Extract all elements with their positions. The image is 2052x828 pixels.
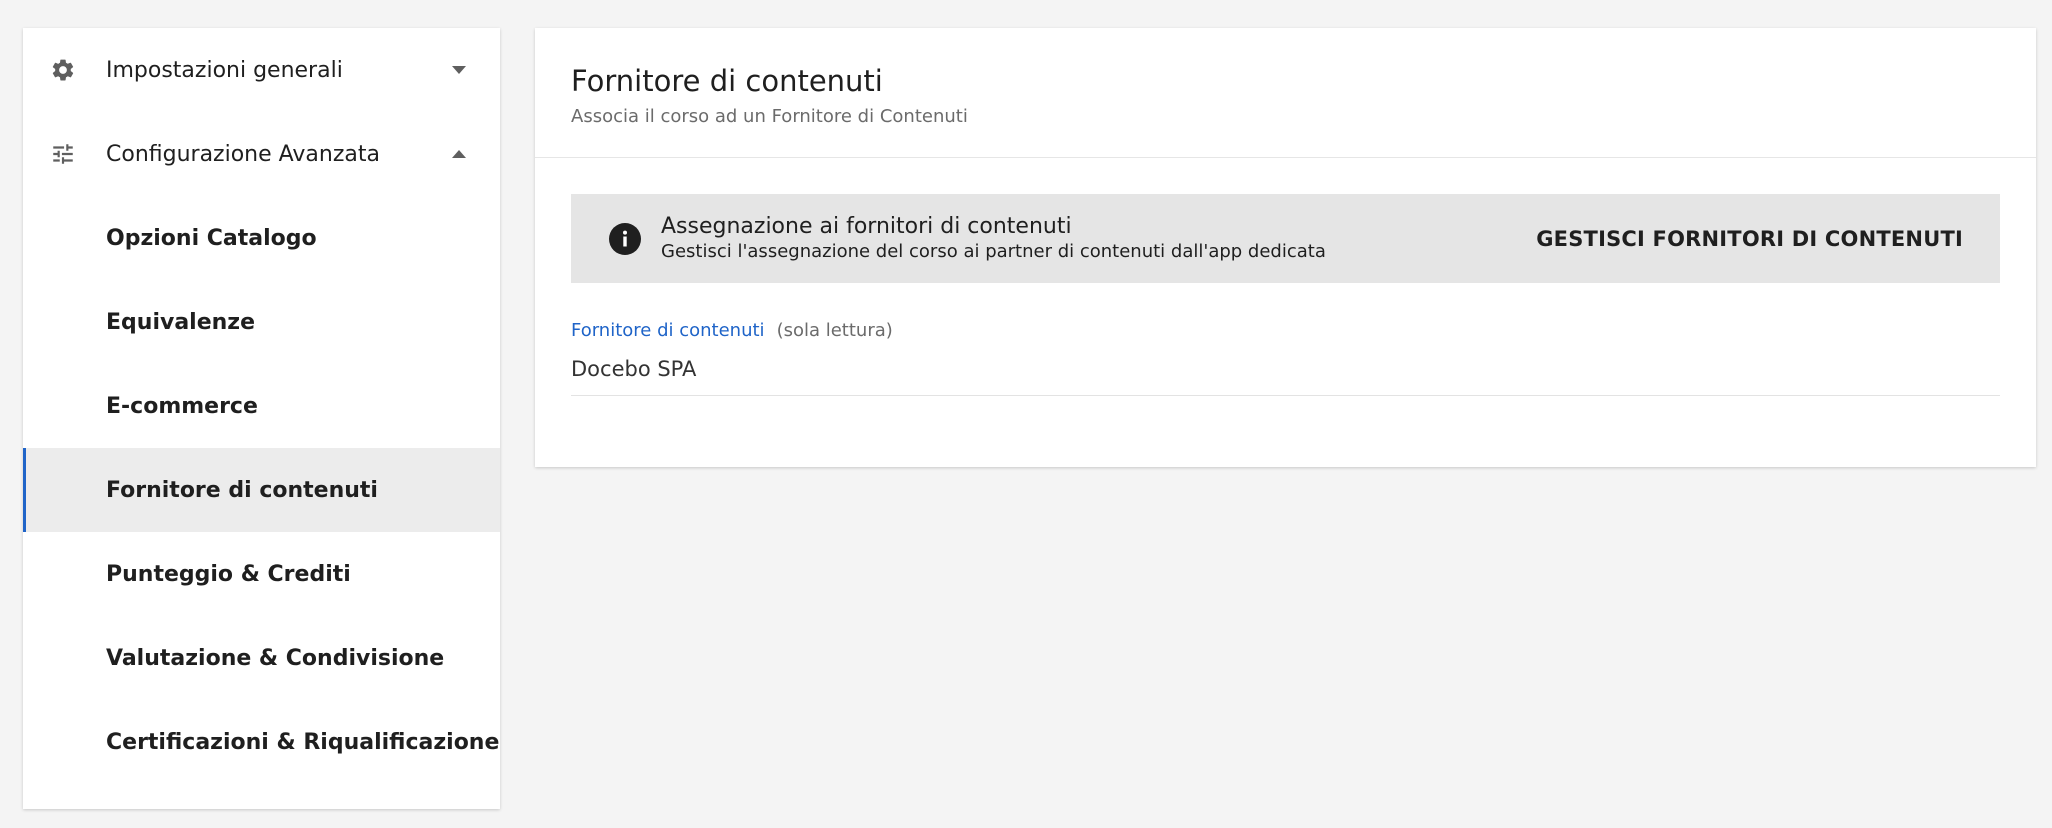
- panel-header: Fornitore di contenuti Associa il corso …: [535, 28, 2036, 158]
- page-title: Fornitore di contenuti: [571, 64, 883, 98]
- info-description: Gestisci l'assegnazione del corso ai par…: [661, 241, 1326, 262]
- read-only-hint: (sola lettura): [776, 320, 893, 341]
- chevron-up-icon: [451, 149, 467, 159]
- content-provider-value: Docebo SPA: [571, 357, 2000, 396]
- manage-content-providers-button[interactable]: GESTISCI FORNITORI DI CONTENUTI: [1536, 227, 1963, 251]
- sidebar-item-content-provider[interactable]: Fornitore di contenuti: [23, 448, 500, 532]
- sidebar-item-label: Equivalenze: [106, 309, 256, 335]
- sidebar-item-label: Fornitore di contenuti: [106, 477, 378, 503]
- sidebar-item-rating-sharing[interactable]: Valutazione & Condivisione: [23, 616, 500, 700]
- gear-icon: [49, 56, 77, 84]
- info-text: Assegnazione ai fornitori di contenuti G…: [661, 214, 1326, 264]
- sidebar-item-certifications[interactable]: Certificazioni & Riqualificazione: [23, 700, 500, 784]
- sidebar-item-label: Punteggio & Crediti: [106, 561, 351, 587]
- content-provider-field: Fornitore di contenuti (sola lettura) Do…: [571, 320, 2000, 396]
- sidebar-item-label: Valutazione & Condivisione: [106, 645, 445, 671]
- field-label-row: Fornitore di contenuti (sola lettura): [571, 320, 2000, 341]
- sidebar-item-label: Configurazione Avanzata: [106, 141, 380, 167]
- sidebar-item-equivalences[interactable]: Equivalenze: [23, 280, 500, 364]
- info-icon: [609, 222, 641, 255]
- settings-sidebar: Impostazioni generali Configurazione Ava…: [23, 28, 500, 809]
- sliders-icon: [49, 140, 77, 168]
- sidebar-item-ecommerce[interactable]: E-commerce: [23, 364, 500, 448]
- sidebar-item-general-settings[interactable]: Impostazioni generali: [23, 28, 500, 112]
- info-title: Assegnazione ai fornitori di contenuti: [661, 213, 1072, 239]
- sidebar-item-advanced-configuration[interactable]: Configurazione Avanzata: [23, 112, 500, 196]
- sidebar-item-label: Certificazioni & Riqualificazione: [106, 729, 500, 755]
- field-label: Fornitore di contenuti: [571, 320, 765, 341]
- sidebar-item-label: Impostazioni generali: [106, 57, 343, 83]
- sidebar-item-catalog-options[interactable]: Opzioni Catalogo: [23, 196, 500, 280]
- info-banner: Assegnazione ai fornitori di contenuti G…: [571, 194, 2000, 283]
- content-provider-panel: Fornitore di contenuti Associa il corso …: [535, 28, 2036, 467]
- sidebar-item-label: E-commerce: [106, 393, 258, 419]
- chevron-down-icon: [451, 65, 467, 75]
- sidebar-item-label: Opzioni Catalogo: [106, 225, 317, 251]
- sidebar-item-score-credits[interactable]: Punteggio & Crediti: [23, 532, 500, 616]
- page-subtitle: Associa il corso ad un Fornitore di Cont…: [571, 105, 968, 127]
